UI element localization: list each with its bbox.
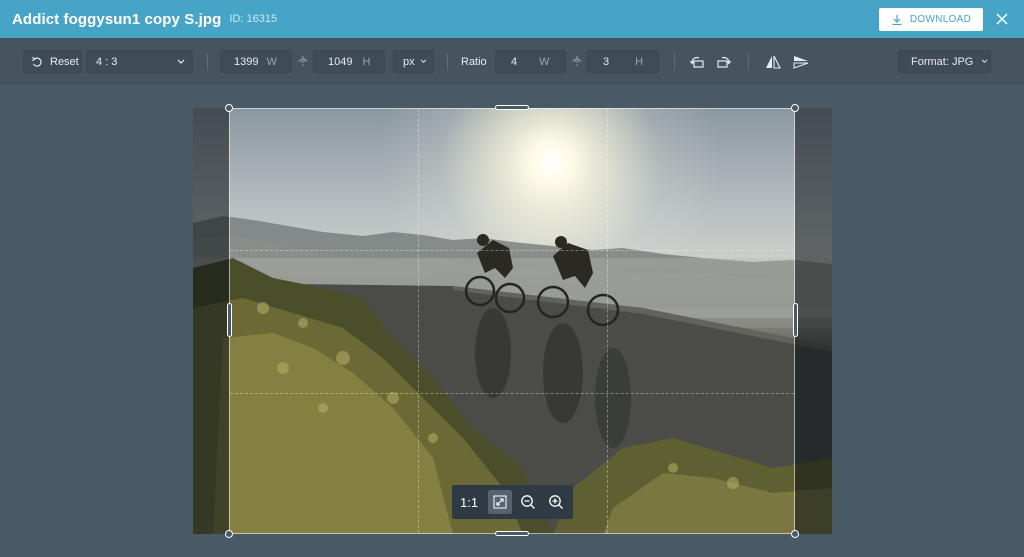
crop-handle-bottom[interactable]: [495, 531, 529, 536]
zoom-in-button[interactable]: [544, 490, 568, 514]
crop-handle-bottom-right[interactable]: [791, 530, 799, 538]
toolbar-divider: [674, 53, 675, 70]
height-input[interactable]: 1049 H: [313, 50, 385, 73]
zoom-controls: 1:1: [452, 485, 573, 519]
rotate-left-button[interactable]: [685, 50, 709, 73]
format-select-value: Format: JPG: [911, 55, 974, 68]
toolbar-divider: [748, 53, 749, 70]
title-bar: Addict foggysun1 copy S.jpg ID: 16315 DO…: [0, 0, 1024, 38]
crop-handle-right[interactable]: [793, 303, 798, 337]
download-icon: [892, 14, 902, 25]
aspect-ratio-value: 4 : 3: [96, 55, 118, 68]
crop-grid-line: [230, 250, 794, 251]
ratio-width-unit: W: [539, 55, 550, 68]
ratio-height-value: 3: [603, 55, 610, 68]
fit-screen-button[interactable]: [488, 490, 512, 514]
width-value: 1399: [234, 55, 259, 68]
crop-area[interactable]: [229, 108, 795, 534]
flip-horizontal-button[interactable]: [761, 50, 785, 73]
unit-select[interactable]: px: [393, 50, 434, 73]
close-icon[interactable]: [993, 10, 1011, 28]
zoom-out-icon: [521, 495, 535, 509]
chevron-down-icon: [981, 59, 988, 64]
image-id: ID: 16315: [229, 13, 278, 25]
rotate-right-button[interactable]: [712, 50, 736, 73]
download-label: DOWNLOAD: [909, 14, 972, 25]
ratio-width-input[interactable]: 4 W: [495, 50, 566, 73]
aspect-ratio-select[interactable]: 4 : 3: [86, 50, 193, 73]
crop-handle-top-left[interactable]: [225, 104, 233, 112]
ratio-label: Ratio: [461, 55, 487, 68]
flip-horizontal-icon: [766, 55, 781, 69]
height-unit: H: [362, 55, 371, 68]
flip-vertical-icon: [793, 55, 809, 69]
edit-toolbar: Reset 4 : 3 1399 W 1049 H px Ratio 4 W 3…: [0, 38, 1024, 84]
width-input[interactable]: 1399 W: [220, 50, 292, 73]
format-select[interactable]: Format: JPG: [898, 50, 991, 73]
height-value: 1049: [328, 55, 353, 68]
fit-screen-icon: [493, 495, 507, 509]
chevron-down-icon: [420, 59, 426, 64]
zoom-out-button[interactable]: [516, 490, 540, 514]
undo-icon: [32, 56, 42, 67]
toolbar-divider: [447, 53, 448, 70]
zoom-in-icon: [549, 495, 563, 509]
rotate-right-icon: [717, 56, 732, 68]
crop-handle-left[interactable]: [227, 303, 232, 337]
width-unit: W: [266, 55, 277, 68]
toolbar-divider: [207, 53, 208, 70]
link-icon[interactable]: [571, 55, 583, 67]
chevron-down-icon: [177, 59, 185, 64]
file-title: Addict foggysun1 copy S.jpg: [12, 10, 222, 28]
ratio-width-value: 4: [511, 55, 518, 68]
flip-vertical-button[interactable]: [789, 50, 813, 73]
unit-select-value: px: [403, 55, 415, 68]
ratio-height-input[interactable]: 3 H: [587, 50, 659, 73]
reset-button[interactable]: Reset: [23, 50, 82, 73]
crop-handle-bottom-left[interactable]: [225, 530, 233, 538]
link-icon[interactable]: [297, 55, 309, 67]
ratio-height-unit: H: [635, 55, 644, 68]
crop-handle-top-right[interactable]: [791, 104, 799, 112]
actual-size-button[interactable]: 1:1: [460, 495, 484, 510]
crop-grid-line: [230, 393, 794, 394]
crop-shade-left: [193, 108, 229, 534]
rotate-left-icon: [689, 56, 704, 68]
crop-grid-line: [607, 109, 608, 533]
crop-handle-top[interactable]: [495, 105, 529, 110]
download-button[interactable]: DOWNLOAD: [879, 8, 983, 31]
crop-grid-line: [418, 109, 419, 533]
reset-label: Reset: [50, 55, 79, 68]
crop-shade-right: [795, 108, 832, 534]
